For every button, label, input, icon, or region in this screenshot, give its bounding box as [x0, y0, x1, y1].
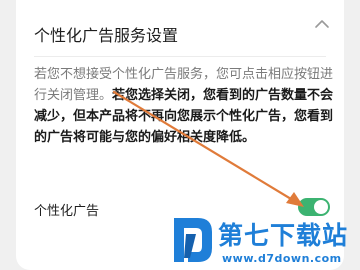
personalized-ads-label: 个性化广告 [34, 204, 100, 219]
chevron-up-icon[interactable] [312, 14, 332, 34]
section-title: 个性化广告服务设置 [34, 26, 179, 45]
d7-logo [174, 218, 212, 262]
site-watermark: 第七下载站 www.d7down.com [172, 212, 360, 270]
section-header[interactable]: 个性化广告服务设置 [16, 0, 344, 60]
divider [34, 56, 326, 57]
watermark-title: 第七下载站 [218, 221, 349, 250]
watermark-url: www.d7down.com [222, 252, 342, 265]
settings-description: 若您不想接受个性化广告服务，您可点击相应按钮进行关闭管理。若您选择关闭，您看到的… [34, 64, 334, 148]
